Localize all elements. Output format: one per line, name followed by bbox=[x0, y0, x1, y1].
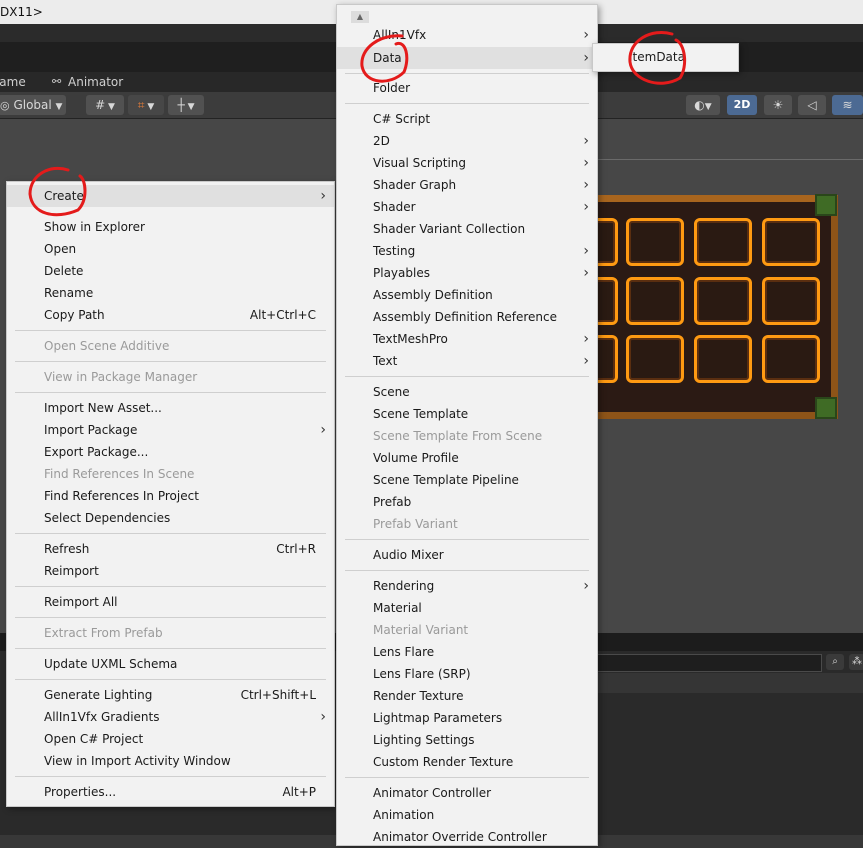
annotation-mark-data bbox=[360, 34, 409, 83]
annotation-overlay bbox=[28, 31, 687, 217]
annotation-mark-create bbox=[28, 167, 87, 217]
annotation-mark-itemdata bbox=[628, 31, 687, 85]
